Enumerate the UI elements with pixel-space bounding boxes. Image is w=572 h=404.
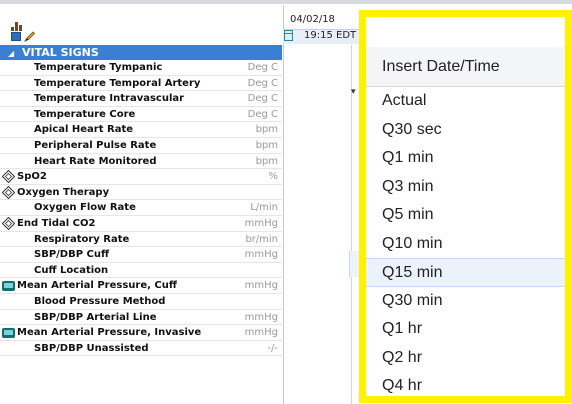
menu-item-q15-min[interactable]: Q15 min (366, 258, 565, 287)
diamond-icon (2, 170, 15, 184)
row-label: SpO2 (17, 171, 47, 183)
monitor-icon (2, 328, 15, 339)
menu-item-q3-min[interactable]: Q3 min (366, 173, 565, 202)
edit-pen-icon[interactable] (24, 30, 36, 42)
table-row[interactable]: Mean Arterial Pressure, Invasive mmHg (0, 325, 282, 341)
table-row[interactable]: SBP/DBP Arterial Line mmHg (0, 310, 282, 326)
row-unit: mmHg (244, 311, 278, 323)
row-unit: mmHg (244, 280, 278, 292)
row-unit: mmHg (244, 249, 278, 261)
row-unit: Deg C (247, 62, 278, 73)
toolbar-icons (11, 22, 37, 44)
row-label: Mean Arterial Pressure, Cuff (17, 280, 177, 292)
table-row[interactable]: Temperature Core Deg C (0, 107, 282, 123)
row-label: SBP/DBP Arterial Line (34, 311, 157, 323)
table-row[interactable]: SpO2% (0, 169, 282, 185)
column-header-date[interactable]: 04/02/18 (290, 14, 335, 25)
table-row[interactable]: Temperature Intravascular Deg C (0, 91, 282, 107)
dropdown-arrow-icon[interactable]: ▾ (351, 87, 356, 97)
diamond-icon (2, 216, 15, 230)
row-unit: bpm (255, 139, 278, 151)
menu-item-q1-hr[interactable]: Q1 hr (366, 315, 565, 344)
menu-item-q30-min[interactable]: Q30 min (366, 287, 565, 316)
table-row[interactable]: SBP/DBP Cuff mmHg (0, 247, 282, 263)
calendar-icon (284, 30, 293, 41)
row-label: Temperature Tympanic (34, 62, 163, 73)
menu-item-q1-min[interactable]: Q1 min (366, 144, 565, 173)
bar-chart-icon[interactable] (11, 22, 23, 31)
result-column-divider-right (351, 45, 352, 404)
collapse-triangle-icon[interactable]: ◢ (8, 49, 14, 58)
row-label: Heart Rate Monitored (34, 155, 157, 167)
row-label: Cuff Location (34, 264, 109, 276)
row-unit: Deg C (247, 93, 278, 105)
section-header-vital-signs[interactable]: ◢ VITAL SIGNS (0, 45, 282, 60)
row-unit: bpm (255, 155, 278, 167)
row-unit: L/min (250, 202, 278, 214)
row-unit: br/min (245, 233, 278, 245)
flowsheet-grid: ◢ VITAL SIGNS Temperature Tympanic Deg CT… (0, 45, 282, 357)
row-label: Apical Heart Rate (34, 124, 134, 136)
menu-item-q2-hr[interactable]: Q2 hr (366, 344, 565, 373)
row-label: Oxygen Flow Rate (34, 202, 136, 214)
table-row[interactable]: End Tidal CO2 mmHg (0, 216, 282, 232)
result-column-divider (283, 45, 284, 404)
menu-item-q30-sec[interactable]: Q30 sec (366, 116, 565, 145)
row-label: Oxygen Therapy (17, 186, 110, 198)
menu-item-actual[interactable]: Actual (366, 87, 565, 116)
diamond-icon (2, 185, 15, 199)
row-unit: -/- (267, 342, 278, 354)
row-label: Mean Arterial Pressure, Invasive (17, 327, 202, 339)
row-label: Peripheral Pulse Rate (34, 139, 157, 151)
table-row[interactable]: SBP/DBP Unassisted -/- (0, 341, 282, 357)
row-label: Temperature Intravascular (34, 93, 185, 105)
row-label: End Tidal CO2 (17, 217, 96, 229)
row-unit: Deg C (247, 108, 278, 120)
monitor-icon (2, 281, 15, 292)
menu-item-q5-min[interactable]: Q5 min (366, 201, 565, 230)
table-row[interactable]: Temperature Tympanic Deg C (0, 60, 282, 76)
table-row[interactable]: Oxygen Therapy (0, 185, 282, 201)
section-title: VITAL SIGNS (22, 46, 99, 59)
table-row[interactable]: Heart Rate Monitored bpm (0, 154, 282, 170)
table-icon[interactable] (11, 32, 21, 41)
table-row[interactable]: Temperature Temporal Artery Deg C (0, 76, 282, 92)
row-label: SBP/DBP Cuff (34, 249, 110, 261)
row-label: Temperature Core (34, 108, 136, 120)
row-unit: Deg C (247, 77, 278, 89)
row-unit: mmHg (244, 327, 278, 339)
row-unit: bpm (255, 124, 278, 136)
table-row[interactable]: Apical Heart Rate bpm (0, 122, 282, 138)
row-label: Respiratory Rate (34, 233, 130, 245)
column-header-time[interactable]: 19:15 EDT (304, 30, 356, 41)
row-unit: % (268, 171, 278, 183)
insert-date-time-menu: Insert Date/Time Actual Q30 sec Q1 min Q3 m… (359, 10, 572, 403)
table-row[interactable]: Blood Pressure Method (0, 294, 282, 310)
toolbar-strip (0, 0, 572, 4)
row-label: Temperature Temporal Artery (34, 77, 201, 89)
table-row[interactable]: Cuff Location (0, 263, 282, 279)
menu-item-q10-min[interactable]: Q10 min (366, 230, 565, 259)
table-row[interactable]: Oxygen Flow Rate L/min (0, 200, 282, 216)
row-label: SBP/DBP Unassisted (34, 342, 149, 354)
menu-title: Insert Date/Time (366, 47, 565, 87)
row-label: Blood Pressure Method (34, 295, 166, 307)
row-unit: mmHg (244, 217, 278, 229)
menu-item-q4-hr[interactable]: Q4 hr (366, 372, 565, 396)
table-row[interactable]: Respiratory Rate br/min (0, 232, 282, 248)
table-row[interactable]: Mean Arterial Pressure, Cuff mmHg (0, 278, 282, 294)
vital-sign-rows: Temperature Tympanic Deg C Temperature Tem… (0, 60, 282, 357)
table-row[interactable]: Peripheral Pulse Rate bpm (0, 138, 282, 154)
